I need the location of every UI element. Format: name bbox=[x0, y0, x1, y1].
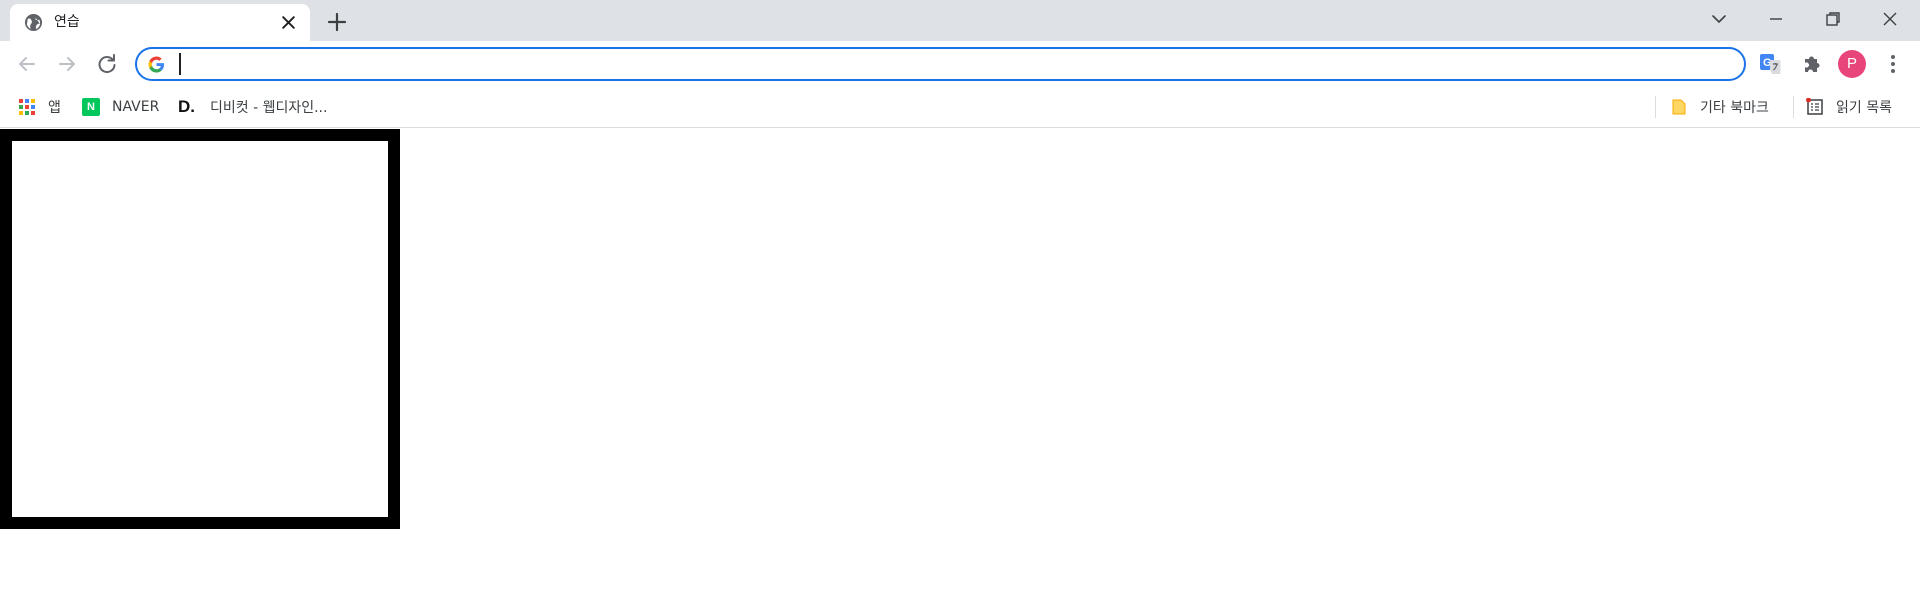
google-icon bbox=[148, 56, 165, 73]
naver-icon: N bbox=[82, 98, 100, 116]
bookmarks-divider bbox=[1793, 96, 1794, 118]
tab-active[interactable]: 연습 bbox=[10, 4, 310, 41]
apps-grid-icon bbox=[19, 99, 35, 115]
close-icon[interactable] bbox=[280, 14, 297, 31]
close-window-icon[interactable] bbox=[1879, 8, 1901, 30]
reload-icon[interactable] bbox=[95, 52, 119, 76]
minimize-icon[interactable] bbox=[1765, 8, 1787, 30]
profile-avatar[interactable]: P bbox=[1838, 50, 1866, 78]
plus-icon[interactable] bbox=[326, 11, 348, 33]
tab-title: 연습 bbox=[54, 14, 80, 30]
globe-icon bbox=[24, 13, 43, 32]
bookmarks-divider bbox=[1655, 96, 1656, 118]
reading-list-button[interactable]: 읽기 목록 bbox=[1806, 95, 1892, 119]
tab-strip: 연습 bbox=[0, 0, 1920, 41]
tab-search-icon[interactable] bbox=[1708, 8, 1730, 30]
browser-toolbar: G P bbox=[0, 41, 1920, 86]
kebab-menu-icon[interactable] bbox=[1880, 51, 1906, 77]
bookmark-dibicut-label: 디비컷 - 웹디자인... bbox=[210, 100, 328, 116]
bookmark-apps[interactable]: 앱 bbox=[18, 95, 61, 119]
restore-icon[interactable] bbox=[1822, 8, 1844, 30]
address-input[interactable] bbox=[177, 52, 1717, 76]
bookmarks-bar: 앱 N NAVER D. 디비컷 - 웹디자인... 기타 북마크 읽기 목록 bbox=[0, 86, 1920, 128]
bookmark-naver-label: NAVER bbox=[112, 99, 160, 115]
text-caret bbox=[179, 53, 181, 75]
arrow-left-icon[interactable] bbox=[15, 52, 39, 76]
bookmark-other-label: 기타 북마크 bbox=[1700, 100, 1769, 116]
bookmark-other-folder[interactable]: 기타 북마크 bbox=[1670, 95, 1769, 119]
dibicut-icon: D. bbox=[178, 97, 195, 116]
bookmark-dibicut[interactable]: D. 디비컷 - 웹디자인... bbox=[178, 95, 327, 119]
translate-icon[interactable]: G bbox=[1757, 51, 1783, 77]
page-content bbox=[0, 129, 1920, 605]
puzzle-icon[interactable] bbox=[1799, 51, 1825, 77]
arrow-right-icon[interactable] bbox=[55, 52, 79, 76]
reading-list-label: 읽기 목록 bbox=[1836, 100, 1892, 116]
address-bar[interactable] bbox=[135, 47, 1746, 81]
bookmark-naver[interactable]: N NAVER bbox=[82, 95, 159, 119]
folder-icon bbox=[1672, 99, 1686, 115]
bookmark-apps-label: 앱 bbox=[48, 100, 61, 116]
bordered-box bbox=[0, 129, 400, 529]
reading-list-icon bbox=[1806, 98, 1823, 115]
